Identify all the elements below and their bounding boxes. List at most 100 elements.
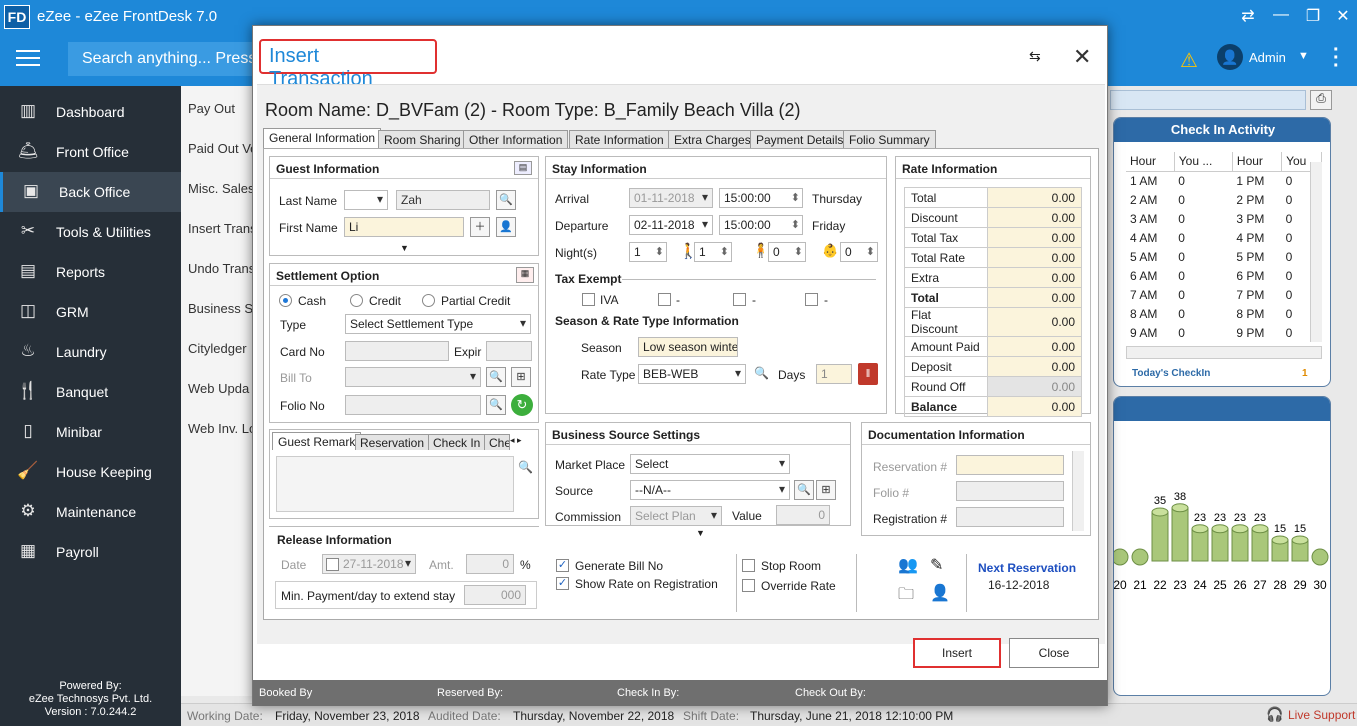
warning-icon[interactable]: ⚠: [1180, 48, 1198, 73]
submenu-item[interactable]: Business So: [188, 301, 254, 316]
more-vertical-icon[interactable]: · · ·: [1333, 40, 1340, 76]
sidebar-item-banquet[interactable]: 🍴 Banquet: [0, 372, 181, 412]
reservation-no-input[interactable]: [956, 455, 1064, 475]
salutation-select[interactable]: [344, 190, 388, 210]
card-no-input[interactable]: [345, 341, 449, 361]
generate-bill-checkbox[interactable]: ✓: [556, 559, 569, 572]
close-button[interactable]: Close: [1009, 638, 1099, 668]
sidebar-item-reports[interactable]: ▤ Reports: [0, 252, 181, 292]
sidebar-item-laundry[interactable]: ♨ Laundry: [0, 332, 181, 372]
submenu-item[interactable]: Cityledger: [188, 341, 254, 356]
tax-checkbox[interactable]: [733, 293, 746, 306]
override-rate-checkbox[interactable]: [742, 579, 755, 592]
source-select[interactable]: --N/A--: [630, 480, 790, 500]
adults-input[interactable]: 1: [694, 242, 732, 262]
sidebar-item-payroll[interactable]: ▦ Payroll: [0, 532, 181, 572]
infants-input[interactable]: 0: [840, 242, 878, 262]
add-icon[interactable]: ＋: [470, 217, 490, 237]
user-avatar-icon[interactable]: 👤: [1217, 44, 1243, 70]
departure-time-input[interactable]: 15:00:00: [719, 215, 803, 235]
vertical-scrollbar[interactable]: [1072, 451, 1084, 531]
guest-lookup-icon[interactable]: 🔍: [496, 190, 516, 210]
registration-no-input[interactable]: [956, 507, 1064, 527]
amt-input[interactable]: 0: [466, 554, 514, 574]
rate-type-select[interactable]: BEB-WEB: [638, 364, 746, 384]
stop-room-checkbox[interactable]: [742, 559, 755, 572]
departure-date-input[interactable]: 02-11-2018: [629, 215, 713, 235]
submenu-item[interactable]: Web Inv. Lo: [188, 421, 254, 436]
folder-icon[interactable]: 🗀: [898, 583, 914, 610]
hamburger-icon[interactable]: [16, 50, 40, 68]
source-lookup-icon[interactable]: 🔍: [794, 480, 814, 500]
column-header[interactable]: You ...: [1174, 152, 1233, 172]
settlement-type-select[interactable]: Select Settlement Type: [345, 314, 531, 334]
value-input[interactable]: 0: [776, 505, 830, 525]
sidebar-item-front-office[interactable]: 🛎 Front Office: [0, 132, 181, 172]
submenu-item[interactable]: Misc. Sales: [188, 181, 254, 196]
next-reservation-label[interactable]: Next Reservation: [978, 561, 1076, 575]
column-header[interactable]: Hour: [1126, 152, 1175, 172]
rate-breakup-icon[interactable]: ‖: [858, 363, 878, 385]
sidebar-item-minibar[interactable]: ▯ Minibar: [0, 412, 181, 452]
market-place-select[interactable]: Select: [630, 454, 790, 474]
arrival-date-input[interactable]: 01-11-2018: [629, 188, 713, 208]
first-name-input[interactable]: Li: [344, 217, 464, 237]
submenu-item[interactable]: Paid Out Vo: [188, 141, 254, 156]
search-icon[interactable]: 🔍: [486, 395, 506, 415]
sidebar-item-house-keeping[interactable]: 🧹 House Keeping: [0, 452, 181, 492]
refresh-icon[interactable]: ↻: [511, 394, 533, 416]
user-settings-icon[interactable]: 👤: [930, 583, 950, 603]
close-icon[interactable]: ✕: [1073, 44, 1091, 70]
translate-icon[interactable]: ⇄: [1236, 6, 1260, 26]
partial-credit-radio[interactable]: [422, 294, 435, 307]
submenu-item[interactable]: Web Upda: [188, 381, 254, 396]
maximize-icon[interactable]: ❐: [1301, 6, 1325, 26]
credit-radio[interactable]: [350, 294, 363, 307]
edit-icon[interactable]: ✎: [930, 555, 943, 575]
show-rate-checkbox[interactable]: ✓: [556, 577, 569, 590]
sidebar-item-maintenance[interactable]: ⚙ Maintenance: [0, 492, 181, 532]
arrival-time-input[interactable]: 15:00:00: [719, 188, 803, 208]
tab-other-information[interactable]: Other Information: [463, 130, 569, 148]
remark-search-icon[interactable]: 🔍: [518, 460, 533, 474]
sidebar-item-grm[interactable]: ◫ GRM: [0, 292, 181, 332]
tax-checkbox[interactable]: [805, 293, 818, 306]
sidebar-item-dashboard[interactable]: ▥ Dashboard: [0, 92, 181, 132]
tab-rate-information[interactable]: Rate Information: [569, 130, 670, 148]
expand-arrow-icon[interactable]: ▼: [400, 243, 409, 253]
settlement-icon[interactable]: ▦: [516, 267, 534, 283]
commission-select[interactable]: Select Plan: [630, 506, 722, 526]
last-name-input[interactable]: Zah: [396, 190, 490, 210]
vertical-scrollbar[interactable]: [1310, 162, 1322, 342]
tab-check-out[interactable]: Che: [484, 434, 510, 450]
global-search-input[interactable]: Search anything... Press: [68, 42, 258, 76]
guest-remark-textarea[interactable]: [276, 456, 514, 512]
print-icon[interactable]: ⎙: [1310, 90, 1332, 110]
translate-icon[interactable]: ⇆: [1029, 48, 1041, 65]
tab-check-in[interactable]: Check In: [428, 434, 486, 450]
season-input[interactable]: Low season winter: [638, 337, 738, 357]
tab-guest-remark[interactable]: Guest Remark: [272, 432, 362, 450]
tab-folio-summary[interactable]: Folio Summary: [843, 130, 936, 148]
nights-input[interactable]: 1: [629, 242, 667, 262]
tab-room-sharing[interactable]: Room Sharing: [378, 130, 467, 148]
sidebar-item-back-office[interactable]: ▣ Back Office: [0, 172, 181, 212]
column-header[interactable]: Hour: [1232, 152, 1283, 172]
tab-general-information[interactable]: General Information: [263, 128, 382, 148]
sidebar-item-tools[interactable]: ✂ Tools & Utilities: [0, 212, 181, 252]
tab-scroll-arrows[interactable]: ◂ ▸: [510, 435, 522, 446]
submenu-item[interactable]: Insert Trans: [188, 221, 254, 236]
add-bill-icon[interactable]: ⊞: [511, 367, 531, 387]
horizontal-scrollbar[interactable]: [1126, 346, 1322, 359]
release-date-checkbox[interactable]: [326, 558, 339, 571]
tab-reservation[interactable]: Reservation: [355, 434, 430, 450]
tab-payment-details[interactable]: Payment Details: [750, 130, 850, 148]
live-support-link[interactable]: Live Support: [1288, 708, 1355, 722]
add-source-icon[interactable]: ⊞: [816, 480, 836, 500]
search-icon[interactable]: 🔍: [486, 367, 506, 387]
folio-no-input[interactable]: [345, 395, 481, 415]
user-name[interactable]: Admin: [1249, 50, 1286, 65]
min-payment-input[interactable]: 000: [464, 585, 526, 605]
id-card-icon[interactable]: ▤: [514, 161, 532, 175]
tax-iva-checkbox[interactable]: [582, 293, 595, 306]
